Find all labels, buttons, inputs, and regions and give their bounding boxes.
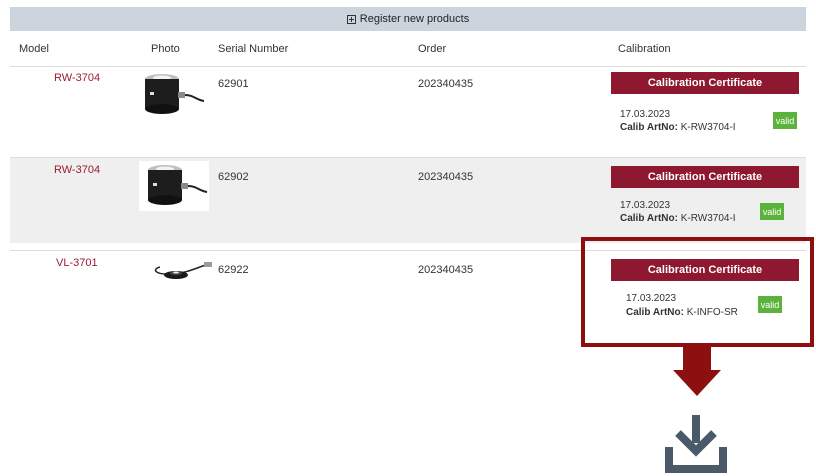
calibration-artno: Calib ArtNo: K-RW3704-I: [620, 213, 736, 224]
download-icon[interactable]: [665, 415, 727, 473]
product-photo: [136, 70, 206, 120]
calibration-date: 17.03.2023: [620, 200, 671, 211]
product-photo: [139, 161, 209, 211]
order-number: 202340435: [418, 264, 474, 276]
register-label: Register new products: [359, 13, 470, 25]
product-photo: [148, 253, 218, 303]
register-new-products-button[interactable]: Register new products: [10, 7, 806, 31]
order-number: 202340435: [418, 171, 474, 183]
calibration-certificate-button[interactable]: Calibration Certificate: [611, 72, 799, 94]
artno-label: Calib ArtNo:: [620, 213, 678, 224]
serial-number: 62901: [218, 78, 249, 90]
down-arrow-icon: [673, 346, 721, 396]
artno-value: K-RW3704-I: [680, 213, 736, 224]
serial-number: 62902: [218, 171, 249, 183]
calibration-artno: Calib ArtNo: K-RW3704-I: [620, 122, 736, 133]
model-link[interactable]: RW-3704: [54, 72, 100, 84]
model-link[interactable]: VL-3701: [56, 257, 98, 269]
plus-square-icon: [346, 14, 356, 24]
column-header-order: Order: [418, 43, 447, 55]
status-badge: valid: [760, 203, 784, 220]
table-row: RW-3704 62902 202340435 Calibration Cert…: [10, 158, 806, 243]
column-header-model: Model: [19, 43, 49, 55]
highlight-frame: [581, 237, 814, 347]
artno-label: Calib ArtNo:: [620, 122, 678, 133]
calibration-certificate-button[interactable]: Calibration Certificate: [611, 166, 799, 188]
column-header-photo: Photo: [151, 43, 180, 55]
calibration-date: 17.03.2023: [620, 109, 671, 120]
artno-value: K-RW3704-I: [680, 122, 736, 133]
status-badge: valid: [773, 112, 797, 129]
serial-number: 62922: [218, 264, 249, 276]
column-header-calibration: Calibration: [618, 43, 671, 55]
table-row: RW-3704 62901 202340435 Calibration Cert…: [10, 67, 806, 157]
column-header-serial: Serial Number: [218, 43, 289, 55]
model-link[interactable]: RW-3704: [54, 164, 100, 176]
order-number: 202340435: [418, 78, 474, 90]
